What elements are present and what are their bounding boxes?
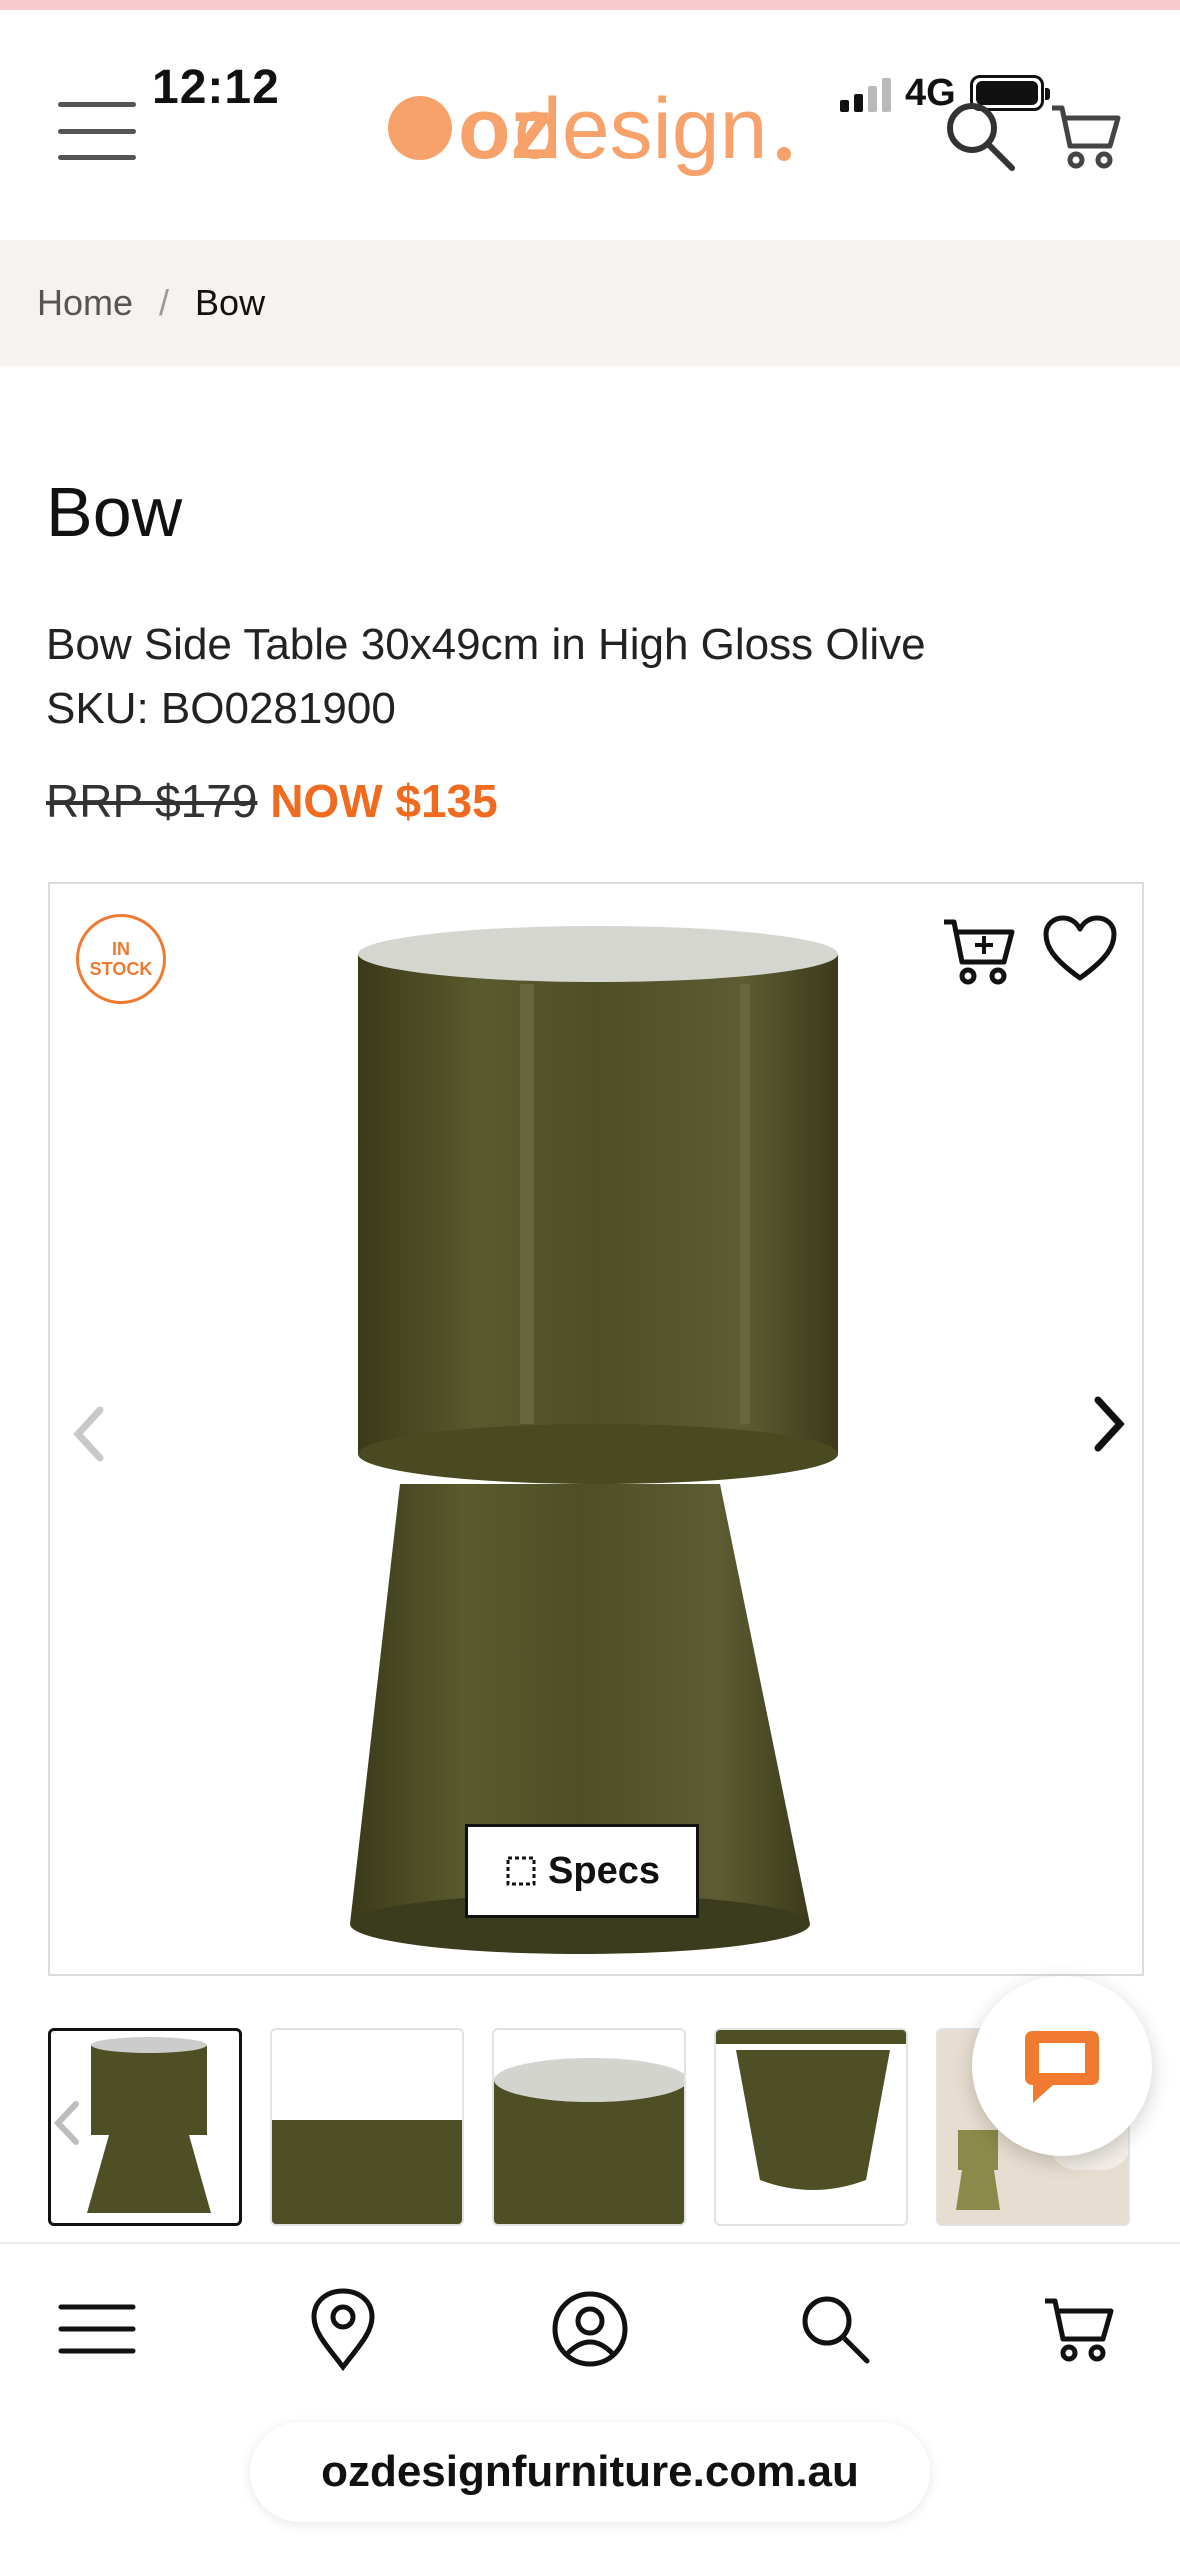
breadcrumb: Home / Bow bbox=[0, 240, 1180, 366]
gallery-next-icon[interactable] bbox=[1088, 1394, 1128, 1454]
stock-badge-line2: STOCK bbox=[89, 959, 153, 979]
rrp-price: RRP $179 bbox=[46, 775, 258, 827]
stock-badge-line1: IN bbox=[112, 939, 130, 959]
product-description: Bow Side Table 30x49cm in High Gloss Oli… bbox=[46, 620, 926, 669]
bottom-cart-icon[interactable] bbox=[1036, 2284, 1126, 2374]
status-time: 12:12 bbox=[152, 61, 280, 114]
bottom-search-icon[interactable] bbox=[790, 2284, 880, 2374]
search-icon[interactable] bbox=[942, 98, 1018, 174]
bottom-menu-icon[interactable] bbox=[52, 2284, 142, 2374]
specs-icon bbox=[506, 1856, 536, 1886]
site-header: 12:12 4G oz design bbox=[0, 10, 1180, 240]
wishlist-heart-icon[interactable] bbox=[1042, 914, 1118, 984]
location-icon[interactable] bbox=[298, 2284, 388, 2374]
gallery-prev-icon[interactable] bbox=[70, 1404, 110, 1464]
breadcrumb-separator: / bbox=[159, 282, 170, 323]
logo-dot bbox=[388, 96, 452, 160]
menu-icon[interactable] bbox=[58, 102, 136, 160]
specs-label: Specs bbox=[548, 1849, 660, 1892]
cart-icon[interactable] bbox=[1048, 98, 1124, 174]
thumbnail-4[interactable] bbox=[714, 2028, 908, 2226]
product-image bbox=[350, 926, 838, 1954]
breadcrumb-current: Bow bbox=[195, 282, 266, 323]
sale-price: NOW $135 bbox=[270, 775, 498, 827]
account-icon[interactable] bbox=[545, 2284, 635, 2374]
thumbnail-3[interactable] bbox=[492, 2028, 686, 2226]
thumbnail-2[interactable] bbox=[270, 2028, 464, 2226]
product-gallery[interactable]: IN STOCK Specs bbox=[48, 882, 1144, 1976]
breadcrumb-home[interactable]: Home bbox=[37, 282, 133, 324]
thumbnail-prev-icon[interactable] bbox=[50, 2098, 84, 2148]
in-stock-badge: IN STOCK bbox=[76, 914, 166, 1004]
logo-period bbox=[777, 147, 791, 161]
address-bar[interactable]: ozdesignfurniture.com.au bbox=[250, 2422, 930, 2522]
product-sku: SKU: BO0281900 bbox=[46, 684, 396, 733]
add-to-cart-icon[interactable] bbox=[940, 914, 1020, 988]
specs-button[interactable]: Specs bbox=[465, 1824, 699, 1918]
top-accent-strip bbox=[0, 0, 1180, 10]
chat-icon bbox=[1025, 2031, 1099, 2103]
thumbnail-strip bbox=[48, 2028, 1132, 2228]
ozdesign-logo[interactable]: oz design bbox=[380, 70, 800, 190]
logo-design: design bbox=[514, 81, 767, 177]
signal-icon bbox=[840, 74, 891, 112]
product-price: RRP $179 NOW $135 bbox=[46, 774, 498, 828]
chat-button[interactable] bbox=[972, 1976, 1152, 2156]
bottom-navigation: ozdesignfurniture.com.au bbox=[0, 2242, 1180, 2556]
product-title: Bow bbox=[46, 473, 183, 551]
